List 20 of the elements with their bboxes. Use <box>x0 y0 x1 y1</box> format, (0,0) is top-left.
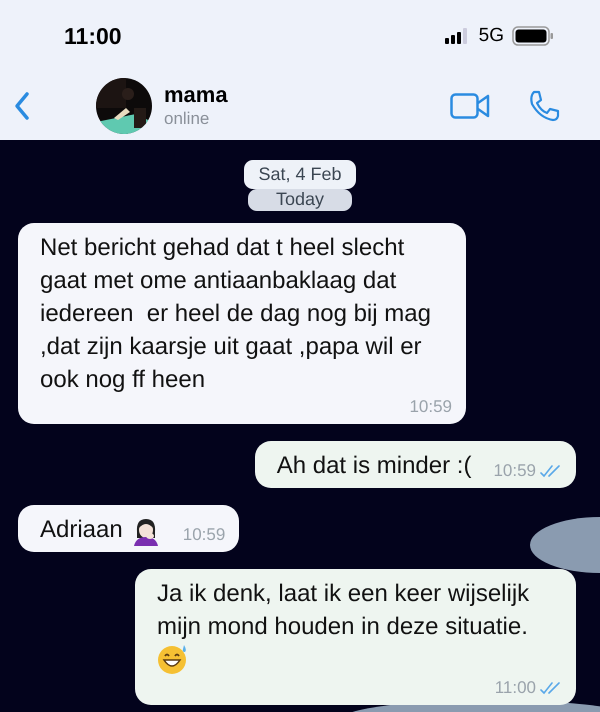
video-call-icon[interactable] <box>450 93 490 119</box>
status-time: 11:00 <box>64 22 122 50</box>
message-text: Adriaan <box>40 516 123 543</box>
message-time: 10:59 <box>493 460 536 482</box>
message-text: Ah dat is minder :( <box>276 452 472 479</box>
message-text: Ja ik denk, laat ik een keer wijselijk mijn mond houden in deze situatie. <box>157 580 530 640</box>
date-chip: Sat, 4 Feb <box>244 160 356 189</box>
message-time: 10:59 <box>182 524 226 546</box>
wallpaper-shape <box>530 517 600 573</box>
network-label: 5G <box>478 25 504 47</box>
message-text: Net bericht gehad dat t heel slecht gaat met ome antiaanbaklaag dat iedereen er heel de dag nog bij mag ,dat zijn kaarsje uit gaat ,papa wil er ook nog ff heen <box>40 234 432 393</box>
contact-name[interactable]: mama <box>164 82 450 108</box>
back-icon[interactable] <box>14 91 30 121</box>
smiley-icon <box>157 643 189 675</box>
contact-status: online <box>164 108 210 130</box>
message-time: 10:59 <box>409 396 452 418</box>
date-chip: Today <box>248 189 352 211</box>
battery-icon <box>512 26 554 46</box>
phone-icon[interactable] <box>528 90 560 122</box>
message-time: 11:00 <box>494 677 536 699</box>
